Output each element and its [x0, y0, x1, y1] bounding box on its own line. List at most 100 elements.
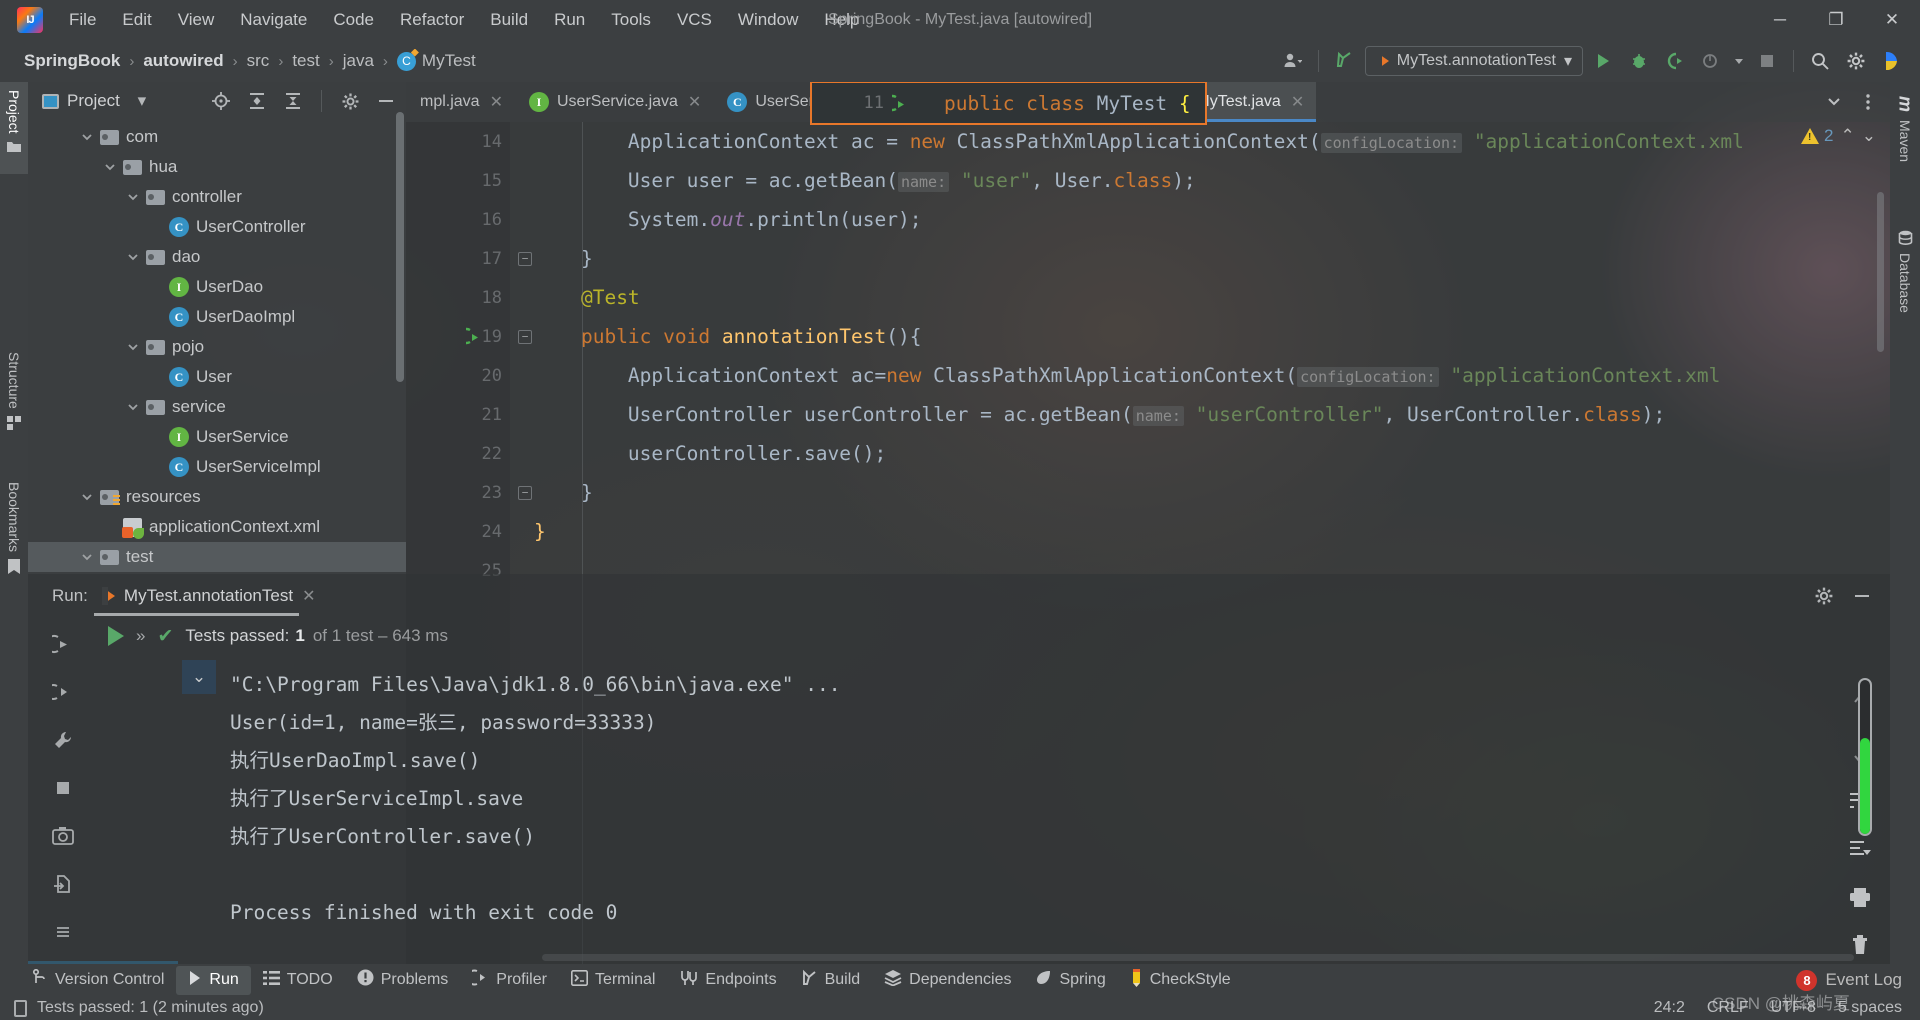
- sidebar-item-project[interactable]: Project: [0, 82, 28, 174]
- bottom-tab-build[interactable]: Build: [789, 965, 873, 995]
- caret-position[interactable]: 24:2: [1654, 999, 1685, 1017]
- code-line-14[interactable]: ApplicationContext ac = new ClassPathXml…: [510, 122, 1890, 161]
- settings-wrench-icon[interactable]: [46, 724, 80, 756]
- window-controls[interactable]: ─ ❐ ✕: [1752, 0, 1920, 40]
- code-line-15[interactable]: User user = ac.getBean(name: "user", Use…: [510, 161, 1890, 200]
- stop-icon[interactable]: [1751, 46, 1783, 76]
- warning-count-badge[interactable]: 2: [1801, 126, 1834, 146]
- menu-item-navigate[interactable]: Navigate: [228, 5, 319, 35]
- bottom-tab-run[interactable]: Run: [176, 965, 251, 995]
- chevron-right-icon[interactable]: [149, 461, 162, 474]
- inspection-widget[interactable]: 2 ⌃ ⌄: [1801, 126, 1876, 146]
- sidebar-item-database[interactable]: Database: [1890, 222, 1920, 362]
- gutter-line-23[interactable]: −23: [406, 473, 532, 512]
- account-icon[interactable]: [1276, 46, 1308, 76]
- code-line-18[interactable]: @Test: [510, 278, 1890, 317]
- tree-node-service[interactable]: service: [28, 392, 406, 422]
- bottom-tool-window-bar[interactable]: Version Control Run TODO Problems Profiler Te…: [0, 964, 1920, 996]
- sidebar-item-structure[interactable]: Structure: [0, 344, 28, 464]
- tree-node-user[interactable]: C User: [28, 362, 406, 392]
- tree-node-userservice[interactable]: I UserService: [28, 422, 406, 452]
- chevron-right-icon[interactable]: [149, 221, 162, 234]
- code-line-21[interactable]: UserController userController = ac.getBe…: [510, 395, 1890, 434]
- run-configuration-selector[interactable]: MyTest.annotationTest ▾: [1364, 46, 1583, 76]
- locate-icon[interactable]: [207, 88, 235, 114]
- editor-tab-userservice-java[interactable]: I UserService.java ✕: [515, 82, 713, 122]
- close-icon[interactable]: ✕: [1289, 92, 1306, 112]
- tree-node-applicationcontext-xml[interactable]: applicationContext.xml: [28, 512, 406, 542]
- gutter-line-17[interactable]: −17: [406, 239, 532, 278]
- expand-all-icon[interactable]: [243, 88, 271, 114]
- code-line-17[interactable]: }: [510, 239, 1890, 278]
- gutter-line-21[interactable]: 21: [406, 395, 510, 434]
- menu-item-help[interactable]: Help: [812, 5, 871, 35]
- menu-item-build[interactable]: Build: [478, 5, 540, 35]
- run-icon[interactable]: [1587, 46, 1619, 76]
- tree-node-com[interactable]: com: [28, 122, 406, 152]
- gutter-line-16[interactable]: 16: [406, 200, 510, 239]
- tree-node-userdaoimpl[interactable]: C UserDaoImpl: [28, 302, 406, 332]
- tree-node-userdao[interactable]: I UserDao: [28, 272, 406, 302]
- console-scrollbar-track[interactable]: [1858, 678, 1872, 836]
- run-gutter-icon[interactable]: [892, 94, 914, 113]
- rerun-play-icon[interactable]: [108, 626, 124, 646]
- hide-panel-icon[interactable]: [372, 88, 400, 114]
- main-toolbar-actions[interactable]: MyTest.annotationTest ▾: [1276, 46, 1920, 76]
- profiler-icon[interactable]: [1695, 46, 1727, 76]
- breadcrumb-item-test[interactable]: test: [288, 49, 323, 73]
- run-panel-header-actions[interactable]: [1810, 583, 1890, 609]
- code-line-22[interactable]: userController.save();: [510, 434, 1890, 473]
- gutter-line-19[interactable]: −19: [406, 317, 532, 356]
- tree-node-resources[interactable]: resources: [28, 482, 406, 512]
- run-gutter-icon[interactable]: [458, 327, 485, 346]
- bottom-tab-profiler[interactable]: Profiler: [460, 965, 559, 995]
- editor-vertical-scrollbar[interactable]: [1877, 192, 1884, 352]
- bottom-tab-spring[interactable]: Spring: [1023, 965, 1117, 995]
- code-line-20[interactable]: ApplicationContext ac=new ClassPathXmlAp…: [510, 356, 1890, 395]
- minimize-icon[interactable]: [1848, 583, 1876, 609]
- print-icon[interactable]: [1843, 884, 1877, 910]
- menu-item-vcs[interactable]: VCS: [665, 5, 724, 35]
- tree-node-test[interactable]: test: [28, 542, 406, 572]
- console-collapse-toggle[interactable]: ⌄: [182, 660, 216, 694]
- breadcrumb-item-autowired[interactable]: autowired: [139, 49, 227, 73]
- more-options-icon[interactable]: [1852, 87, 1884, 117]
- chevron-down-icon[interactable]: [80, 551, 93, 564]
- gear-icon[interactable]: [336, 88, 364, 114]
- bottom-tab-terminal[interactable]: Terminal: [559, 966, 667, 995]
- debug-icon[interactable]: [1623, 46, 1655, 76]
- chevron-down-icon[interactable]: ▾: [1564, 51, 1572, 71]
- menu-item-refactor[interactable]: Refactor: [388, 5, 476, 35]
- chevron-down-icon[interactable]: [80, 131, 93, 144]
- bottom-tab-problems[interactable]: Problems: [345, 965, 461, 995]
- bottom-tab-version-control[interactable]: Version Control: [20, 965, 176, 995]
- close-icon[interactable]: ✕: [686, 92, 703, 112]
- tree-node-userserviceimpl[interactable]: C UserServiceImpl: [28, 452, 406, 482]
- gutter-line-14[interactable]: 14: [406, 122, 510, 161]
- breadcrumb-item-java[interactable]: java: [339, 49, 378, 73]
- camera-icon[interactable]: [46, 820, 80, 852]
- gutter-line-24[interactable]: 24: [406, 512, 510, 551]
- close-button[interactable]: ✕: [1864, 0, 1920, 40]
- export-icon[interactable]: [46, 868, 80, 900]
- tree-node-usercontroller[interactable]: C UserController: [28, 212, 406, 242]
- tree-node-pojo[interactable]: pojo: [28, 332, 406, 362]
- coverage-dropdown-icon[interactable]: [1731, 46, 1747, 76]
- breadcrumb[interactable]: SpringBook › autowired › src › test › ja…: [20, 49, 480, 73]
- chevron-right-icon[interactable]: [149, 281, 162, 294]
- run-panel-side-actions[interactable]: [28, 618, 98, 964]
- clear-all-icon[interactable]: [1843, 932, 1877, 958]
- project-scrollbar-thumb[interactable]: [396, 112, 404, 382]
- tree-node-controller[interactable]: controller: [28, 182, 406, 212]
- prev-problem-icon[interactable]: ⌃: [1841, 126, 1855, 146]
- editor-tab-actions[interactable]: [1818, 82, 1890, 122]
- minimize-button[interactable]: ─: [1752, 0, 1808, 40]
- menu-item-tools[interactable]: Tools: [599, 5, 663, 35]
- breadcrumb-item-springbook[interactable]: SpringBook: [20, 49, 124, 73]
- chevron-down-icon[interactable]: [103, 161, 116, 174]
- collapse-all-icon[interactable]: [279, 88, 307, 114]
- menu-item-file[interactable]: File: [57, 5, 108, 35]
- bottom-tab-checkstyle[interactable]: CheckStyle: [1118, 965, 1243, 996]
- sidebar-item-maven[interactable]: m Maven: [1890, 88, 1920, 208]
- menu-item-window[interactable]: Window: [726, 5, 810, 35]
